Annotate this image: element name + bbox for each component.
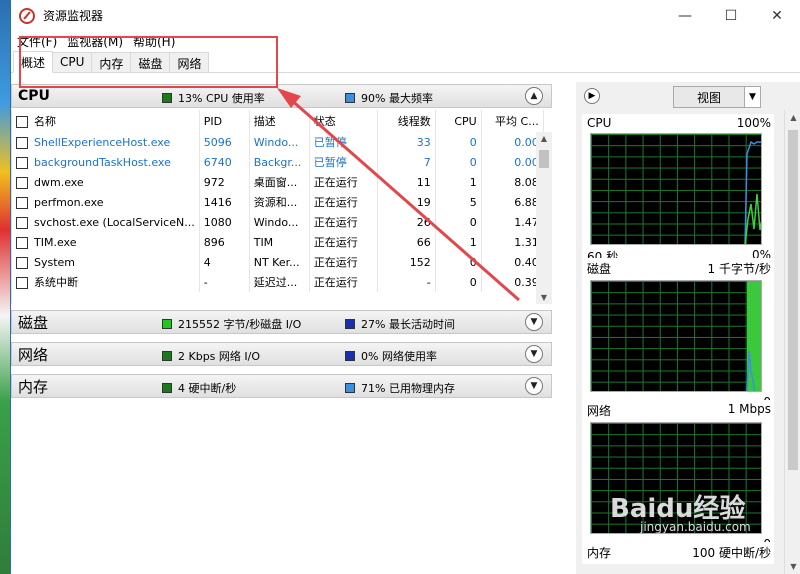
watermark-url: jingyan.baidu.com	[640, 520, 751, 534]
